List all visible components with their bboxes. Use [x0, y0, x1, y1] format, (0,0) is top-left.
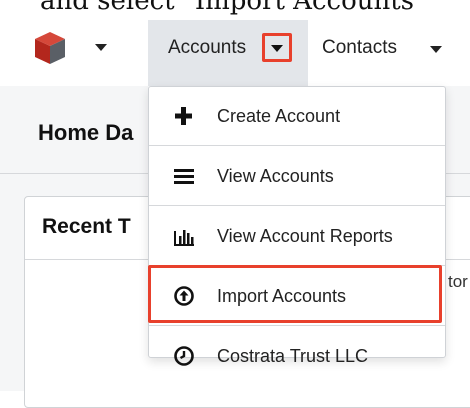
- import-accounts-highlight: [148, 265, 442, 323]
- nav-tab-contacts-label: Contacts: [322, 37, 397, 58]
- page-title: Home Da: [38, 120, 134, 145]
- menu-item-view-account-reports[interactable]: View Account Reports: [149, 211, 445, 263]
- nav-tab-accounts-label: Accounts: [168, 37, 247, 58]
- menu-item-view-accounts[interactable]: View Accounts: [149, 151, 445, 203]
- top-navigation-bar: Accounts Contacts: [0, 20, 470, 86]
- nav-tab-accounts[interactable]: Accounts: [148, 20, 308, 86]
- chevron-down-icon: [95, 44, 107, 51]
- menu-item-recent-costrata-trust[interactable]: Costrata Trust LLC: [149, 331, 445, 383]
- dashlet-title: Recent T: [42, 215, 131, 238]
- menu-item-create-account[interactable]: Create Account: [149, 91, 445, 143]
- logo-menu[interactable]: [32, 30, 112, 66]
- divider: [149, 325, 445, 326]
- instruction-text: and select "Import Accounts": [40, 0, 426, 16]
- menu-item-label: View Accounts: [217, 166, 334, 186]
- accounts-dropdown-toggle[interactable]: [262, 33, 292, 62]
- chevron-down-icon: [271, 45, 283, 52]
- cube-logo-icon: [35, 32, 65, 64]
- menu-item-label: Create Account: [217, 106, 341, 126]
- clock-icon: [174, 346, 194, 366]
- divider: [149, 205, 445, 206]
- plus-icon: [175, 107, 192, 125]
- menu-item-label: View Account Reports: [217, 226, 393, 246]
- menu-item-label: Costrata Trust LLC: [217, 346, 369, 366]
- chevron-down-icon[interactable]: [430, 46, 442, 53]
- bar-chart-icon: [174, 230, 194, 246]
- nav-tab-contacts[interactable]: Contacts: [308, 20, 468, 86]
- dashlet-peek-text: tor: [448, 272, 468, 291]
- divider: [149, 145, 445, 146]
- list-icon: [174, 169, 194, 184]
